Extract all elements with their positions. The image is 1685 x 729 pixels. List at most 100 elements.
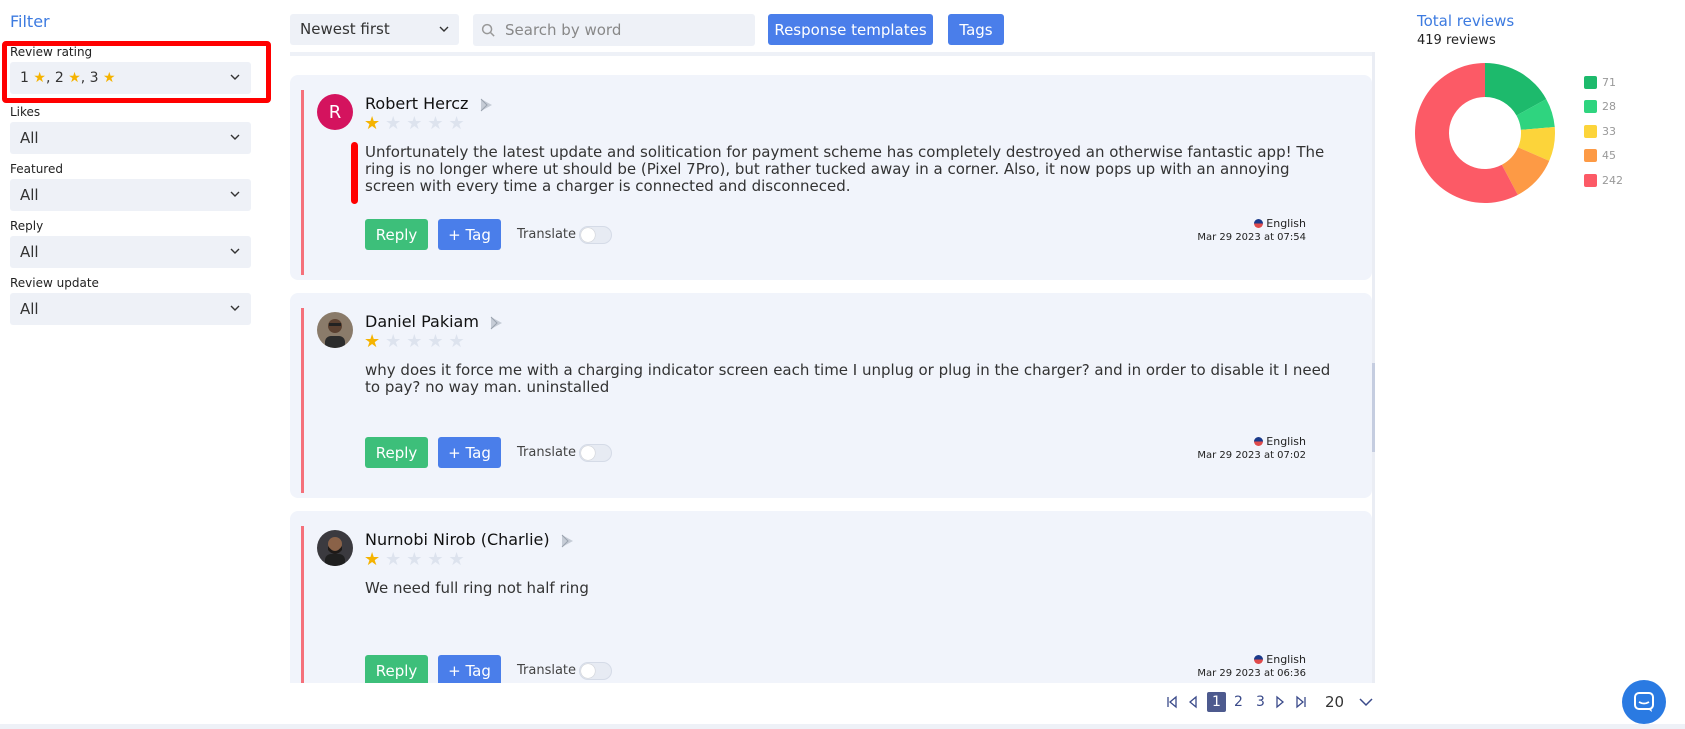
page-1-button[interactable]: 1	[1207, 692, 1226, 712]
flag-icon	[1254, 219, 1264, 228]
chevron-down-icon	[439, 26, 449, 32]
featured-select[interactable]: All	[10, 179, 251, 211]
tags-button[interactable]: Tags	[948, 14, 1004, 45]
translate-toggle[interactable]	[579, 444, 612, 462]
legend-item[interactable]: 242	[1584, 168, 1623, 193]
filter-sidebar: Filter Review rating 1 ★ , 2 ★ , 3 ★ Lik…	[0, 0, 271, 729]
legend-value: 71	[1602, 75, 1616, 89]
translate-label: Translate	[517, 445, 577, 460]
review-card: Nurnobi Nirob (Charlie) ★★★★★ We need fu…	[290, 511, 1372, 683]
chevron-down-icon	[230, 134, 240, 140]
legend-item[interactable]: 45	[1584, 144, 1623, 169]
filter-likes: Likes All	[10, 104, 251, 154]
star-icon: ★★★★	[385, 331, 470, 352]
per-page-value[interactable]: 20	[1325, 693, 1344, 711]
add-tag-button[interactable]: + Tag	[438, 655, 501, 683]
play-store-icon	[561, 534, 573, 547]
page-2-button[interactable]: 2	[1229, 692, 1248, 712]
star-icon: ★★★★	[385, 549, 470, 570]
scrollbar-thumb[interactable]	[1372, 363, 1375, 452]
star-rating: ★★★★★	[364, 113, 470, 134]
chevron-down-icon[interactable]	[1358, 695, 1374, 709]
review-accent-bar	[301, 90, 304, 275]
translate-toggle[interactable]	[579, 226, 612, 244]
star-icon: ★	[364, 549, 386, 570]
chat-button[interactable]	[1622, 680, 1666, 724]
review-rating-select[interactable]: 1 ★ , 2 ★ , 3 ★	[10, 62, 251, 94]
review-update-value: All	[20, 300, 39, 318]
legend-swatch	[1584, 149, 1597, 163]
search-input[interactable]	[505, 21, 745, 39]
total-reviews-title: Total reviews	[1417, 12, 1515, 30]
star-icon: ★	[103, 70, 116, 86]
filter-reply: Reply All	[10, 218, 251, 268]
reviews-list[interactable]: R Robert Hercz ★★★★★ Unfortunately the l…	[290, 52, 1375, 683]
flag-icon	[1254, 655, 1264, 664]
star-icon: ★	[33, 70, 46, 86]
review-language: English	[1254, 217, 1306, 230]
review-card: Daniel Pakiam ★★★★★ why does it force me…	[290, 293, 1372, 498]
rating-legend: 71 28 33 45 242	[1584, 70, 1623, 193]
review-accent-bar	[301, 308, 304, 493]
rating-option-3: , 3 ★	[80, 70, 116, 86]
review-update-label: Review update	[10, 276, 99, 290]
legend-item[interactable]: 28	[1584, 95, 1623, 120]
review-card: R Robert Hercz ★★★★★ Unfortunately the l…	[290, 75, 1372, 280]
chevron-down-icon	[230, 191, 240, 197]
star-icon: ★	[364, 113, 386, 134]
star-icon: ★	[68, 70, 81, 86]
legend-swatch	[1584, 173, 1597, 187]
review-date: Mar 29 2023 at 07:54	[1197, 232, 1306, 243]
last-page-icon[interactable]	[1294, 695, 1308, 709]
review-language: English	[1254, 435, 1306, 448]
star-rating: ★★★★★	[364, 331, 470, 352]
list-top-divider	[290, 52, 1375, 56]
filter-title: Filter	[10, 12, 50, 31]
response-templates-button[interactable]: Response templates	[768, 14, 933, 45]
sort-select[interactable]: Newest first	[290, 14, 459, 45]
user-photo	[317, 530, 353, 566]
first-page-icon[interactable]	[1165, 695, 1179, 709]
next-page-icon[interactable]	[1273, 695, 1287, 709]
review-text: why does it force me with a charging ind…	[365, 361, 1331, 396]
author-name: Robert Hercz	[365, 94, 469, 113]
total-reviews-count: 419 reviews	[1417, 33, 1496, 48]
bottom-divider	[0, 724, 1685, 729]
review-rating-label: Review rating	[10, 45, 93, 59]
featured-value: All	[20, 186, 39, 204]
review-update-select[interactable]: All	[10, 293, 251, 325]
search-icon	[481, 23, 495, 37]
review-date: Mar 29 2023 at 07:02	[1197, 450, 1306, 461]
legend-value: 242	[1602, 173, 1623, 187]
reply-select[interactable]: All	[10, 236, 251, 268]
legend-item[interactable]: 33	[1584, 119, 1623, 144]
filter-review-update: Review update All	[10, 275, 251, 325]
pagination: 1 2 3 20	[1165, 691, 1374, 713]
legend-swatch	[1584, 124, 1597, 138]
translate-label: Translate	[517, 227, 577, 242]
reply-button[interactable]: Reply	[365, 655, 428, 683]
rating-option-1: 1 ★	[20, 70, 46, 86]
sort-value: Newest first	[300, 20, 390, 38]
likes-value: All	[20, 129, 39, 147]
reply-button[interactable]: Reply	[365, 437, 428, 468]
rating-donut-chart	[1415, 63, 1555, 203]
add-tag-button[interactable]: + Tag	[438, 219, 501, 250]
likes-select[interactable]: All	[10, 122, 251, 154]
legend-value: 33	[1602, 124, 1616, 138]
likes-label: Likes	[10, 105, 41, 119]
page-3-button[interactable]: 3	[1251, 692, 1270, 712]
author-name: Daniel Pakiam	[365, 312, 479, 331]
legend-item[interactable]: 71	[1584, 70, 1623, 95]
add-tag-button[interactable]: + Tag	[438, 437, 501, 468]
review-author: Nurnobi Nirob (Charlie)	[365, 530, 574, 549]
legend-value: 45	[1602, 149, 1616, 163]
chevron-down-icon	[230, 74, 240, 80]
reply-button[interactable]: Reply	[365, 219, 428, 250]
review-date: Mar 29 2023 at 06:36	[1197, 668, 1306, 679]
prev-page-icon[interactable]	[1186, 695, 1200, 709]
filter-review-rating: Review rating 1 ★ , 2 ★ , 3 ★	[10, 44, 251, 94]
translate-toggle[interactable]	[579, 662, 612, 680]
translate-label: Translate	[517, 663, 577, 678]
search-box	[473, 14, 755, 46]
